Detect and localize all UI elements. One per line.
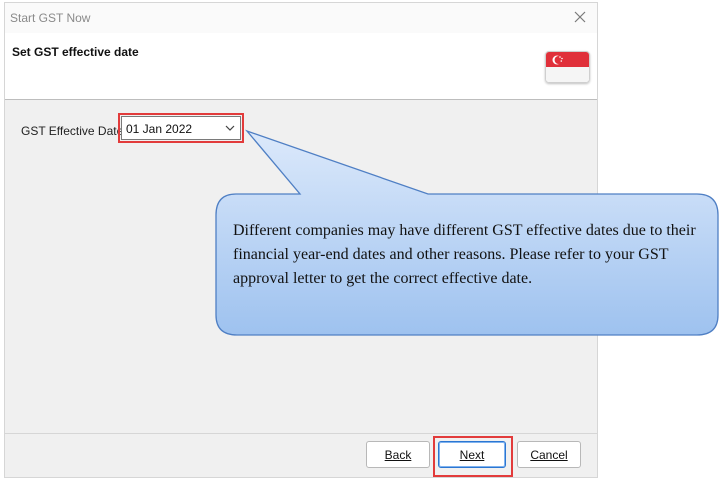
back-button[interactable]: Back xyxy=(366,441,430,468)
cancel-button[interactable]: Cancel xyxy=(517,441,581,468)
effective-date-label: GST Effective Date xyxy=(21,124,124,138)
effective-date-select[interactable]: 01 Jan 2022 xyxy=(118,113,244,143)
next-button-highlight xyxy=(433,436,513,477)
page-title: Set GST effective date xyxy=(12,45,139,59)
close-icon[interactable] xyxy=(571,8,589,26)
title-bar: Start GST Now xyxy=(5,3,597,33)
effective-date-value: 01 Jan 2022 xyxy=(126,122,193,136)
wizard-header: Set GST effective date xyxy=(5,33,597,100)
back-button-label: Back xyxy=(384,448,412,462)
footer-divider xyxy=(5,433,597,434)
window-title: Start GST Now xyxy=(10,11,91,25)
cancel-button-label: Cancel xyxy=(530,448,568,462)
chevron-down-icon xyxy=(225,125,235,131)
singapore-flag-icon xyxy=(545,51,590,83)
callout-text: Different companies may have different G… xyxy=(233,222,696,287)
